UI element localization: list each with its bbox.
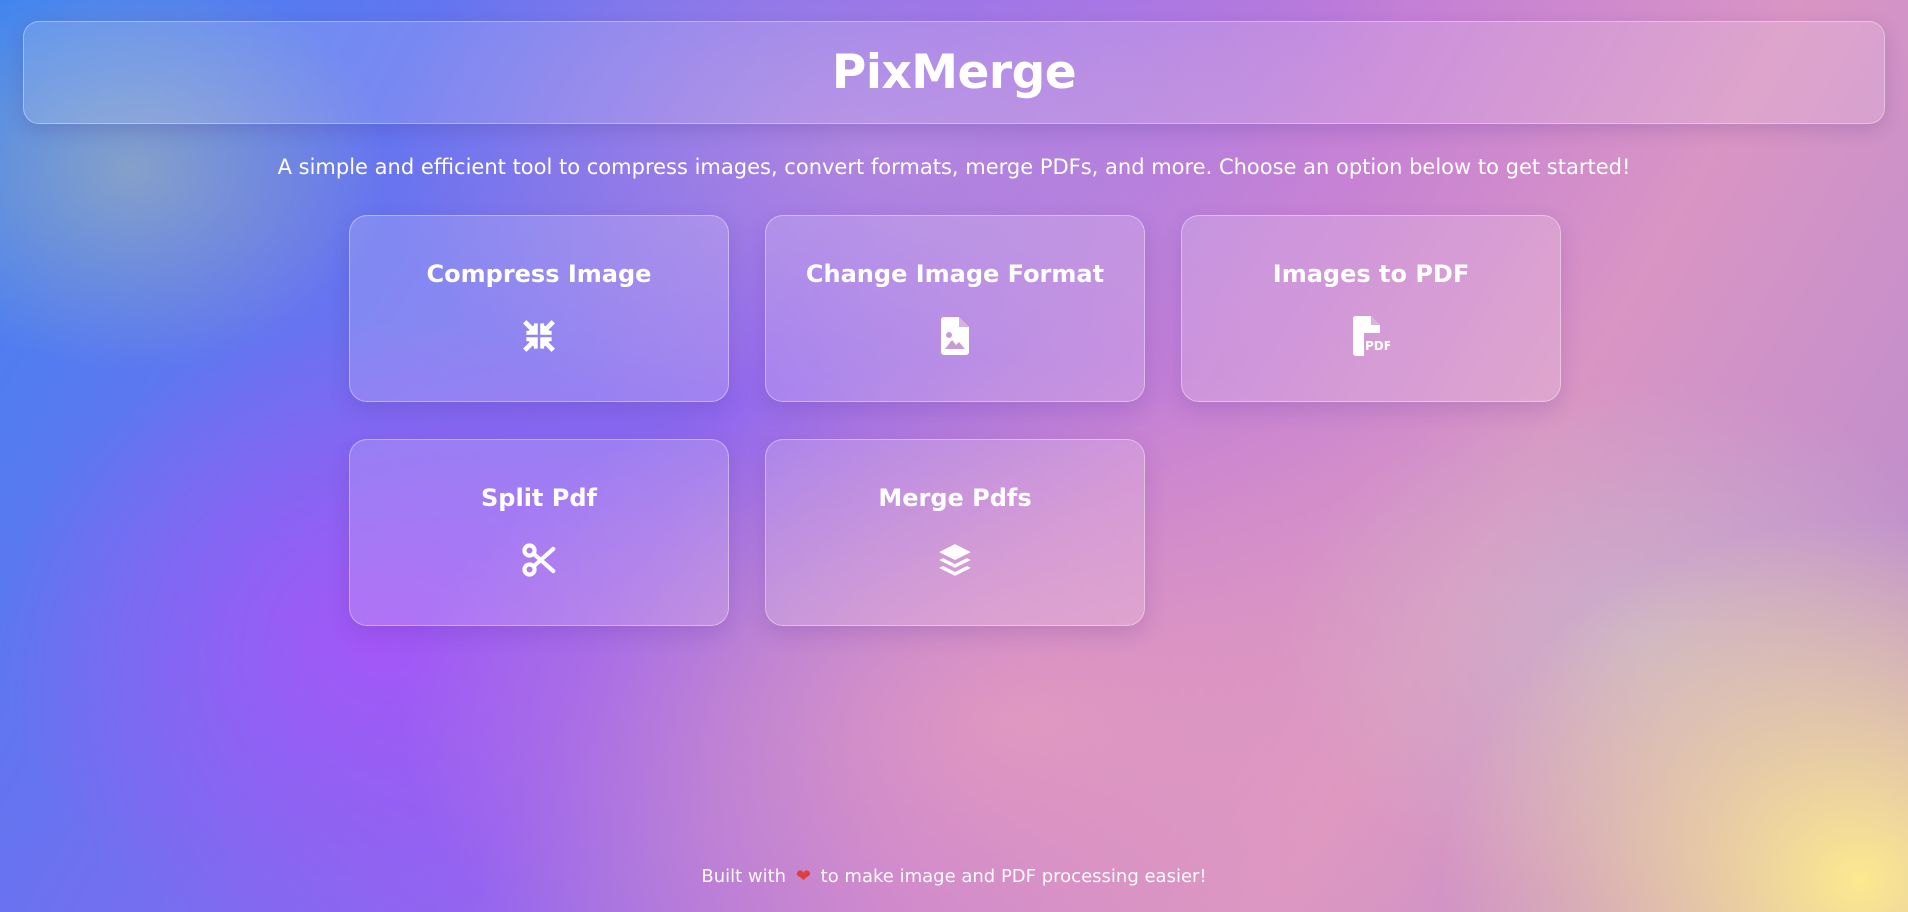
tool-card-change-image-format[interactable]: Change Image Format — [765, 215, 1145, 402]
footer-text: Built with ❤ to make image and PDF proce… — [0, 866, 1908, 887]
heart-icon: ❤ — [795, 866, 811, 887]
tool-card-images-to-pdf[interactable]: Images to PDF PDF — [1181, 215, 1561, 402]
scissors-icon — [519, 540, 559, 580]
layers-icon — [935, 540, 975, 580]
tool-card-title: Change Image Format — [805, 260, 1105, 288]
footer-prefix: Built with — [701, 866, 787, 887]
tool-card-merge-pdfs[interactable]: Merge Pdfs — [765, 439, 1145, 626]
header-bar: PixMerge — [23, 21, 1885, 124]
compress-icon — [519, 316, 559, 356]
footer-suffix: to make image and PDF processing easier! — [820, 866, 1207, 887]
image-file-icon — [935, 316, 975, 356]
tool-card-title: Compress Image — [426, 260, 652, 288]
tool-card-split-pdf[interactable]: Split Pdf — [349, 439, 729, 626]
tool-card-title: Merge Pdfs — [878, 484, 1032, 512]
intro-text: A simple and efficient tool to compress … — [277, 155, 1631, 179]
tool-card-title: Split Pdf — [481, 484, 597, 512]
svg-text:PDF: PDF — [1365, 339, 1390, 353]
pdf-file-icon: PDF — [1351, 316, 1391, 356]
tool-card-title: Images to PDF — [1272, 260, 1470, 288]
tool-card-compress-image[interactable]: Compress Image — [349, 215, 729, 402]
app-title: PixMerge — [831, 45, 1077, 100]
